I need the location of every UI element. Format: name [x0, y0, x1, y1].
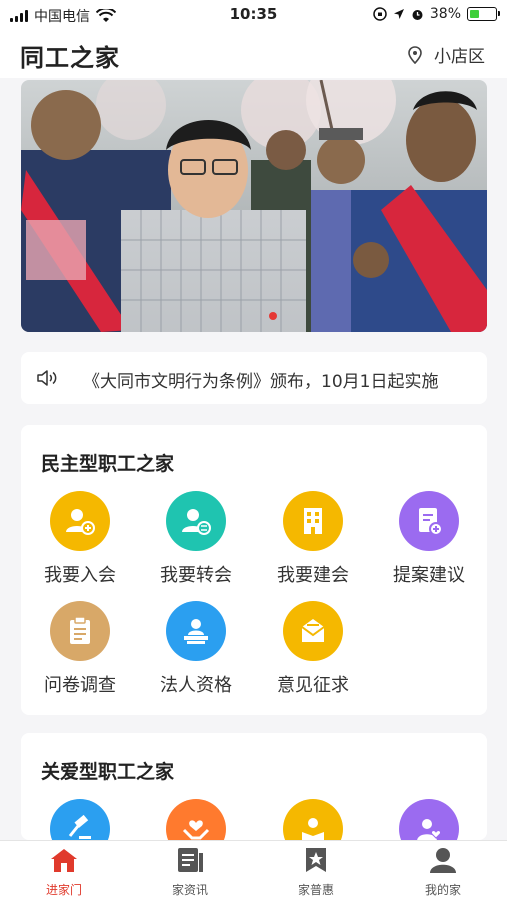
- battery-icon: [467, 7, 500, 21]
- location-arrow-icon: [393, 9, 404, 19]
- care-hands-icon: [166, 799, 226, 840]
- menu-item-legal-person[interactable]: 法人资格: [141, 601, 251, 697]
- add-user-icon: [50, 491, 110, 551]
- menu-item-label: 我要建会: [277, 565, 349, 586]
- menu-item-label: 法人资格: [160, 675, 232, 696]
- menu-item-proposal[interactable]: 提案建议: [374, 491, 484, 587]
- tab-label: 家普惠: [297, 883, 334, 897]
- bottom-tab-bar: 进家门 家资讯 家普惠 我的家: [0, 840, 507, 900]
- status-bar: 中国电信 10:35 38%: [0, 0, 507, 30]
- tab-label: 我的家: [424, 883, 461, 897]
- gavel-icon: [50, 799, 110, 840]
- menu-item-label: 提案建议: [393, 565, 465, 586]
- mail-feedback-icon: [283, 601, 343, 661]
- section-caring-home: 关爱型职工之家: [21, 733, 487, 840]
- tab-news[interactable]: 家资讯: [140, 847, 240, 898]
- banner-photo: [21, 80, 487, 332]
- location-selector[interactable]: 小店区: [408, 42, 485, 67]
- section-democratic-home: 民主型职工之家 我要入会 我要转会 我要建会 提案建议 问卷调查 法人资格 意见…: [21, 425, 487, 715]
- reading-icon: [283, 799, 343, 840]
- star-bookmark-icon: [306, 848, 326, 872]
- menu-item-label: 问卷调查: [44, 675, 116, 696]
- news-icon: [178, 848, 203, 872]
- orientation-lock-icon: [373, 7, 387, 21]
- menu-item-join[interactable]: 我要入会: [25, 491, 135, 587]
- banner-carousel[interactable]: [21, 80, 487, 332]
- speaker-icon: [37, 370, 57, 386]
- questionnaire-icon: [50, 601, 110, 661]
- menu-item-opinion[interactable]: 意见征求: [258, 601, 368, 697]
- profile-icon: [430, 848, 456, 873]
- proposal-icon: [399, 491, 459, 551]
- tab-label: 家资讯: [171, 883, 208, 897]
- location-label: 小店区: [434, 47, 485, 67]
- app-header: 同工之家 小店区: [0, 30, 507, 78]
- menu-item-label: 我要入会: [44, 565, 116, 586]
- menu-item-transfer[interactable]: 我要转会: [141, 491, 251, 587]
- battery-percent: 38%: [429, 6, 461, 22]
- notice-text[interactable]: 《大同市文明行为条例》颁布，10月1日起实施: [83, 367, 438, 392]
- menu-item-heart[interactable]: [374, 799, 484, 840]
- tab-home[interactable]: 进家门: [14, 847, 114, 898]
- menu-item-survey[interactable]: 问卷调查: [25, 601, 135, 697]
- carousel-indicator[interactable]: [269, 312, 277, 320]
- building-icon: [283, 491, 343, 551]
- tab-label: 进家门: [45, 883, 82, 897]
- menu-item-legal-aid[interactable]: [25, 799, 135, 840]
- status-right: 38%: [373, 6, 500, 22]
- menu-item-reading[interactable]: [258, 799, 368, 840]
- menu-item-establish[interactable]: 我要建会: [258, 491, 368, 587]
- section-title: 民主型职工之家: [41, 453, 175, 475]
- menu-item-label: 我要转会: [160, 565, 232, 586]
- page-title: 同工之家: [20, 44, 120, 72]
- alarm-icon: [412, 9, 423, 20]
- location-pin-icon: [408, 45, 422, 64]
- menu-item-label: 意见征求: [277, 675, 349, 696]
- tab-benefits[interactable]: 家普惠: [266, 847, 366, 898]
- heart-user-icon: [399, 799, 459, 840]
- tab-mine[interactable]: 我的家: [393, 847, 493, 898]
- menu-item-care[interactable]: [141, 799, 251, 840]
- transfer-user-icon: [166, 491, 226, 551]
- section-title: 关爱型职工之家: [41, 761, 175, 783]
- legal-person-icon: [166, 601, 226, 661]
- home-icon: [51, 849, 77, 872]
- notice-bar[interactable]: 《大同市文明行为条例》颁布，10月1日起实施: [21, 352, 487, 404]
